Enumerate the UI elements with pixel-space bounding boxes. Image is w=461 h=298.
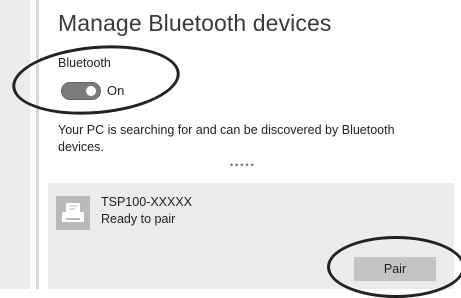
page-title: Manage Bluetooth devices <box>58 10 332 36</box>
discovery-status-text: Your PC is searching for and can be disc… <box>58 123 395 154</box>
device-name: TSP100-XXXXX <box>101 195 193 209</box>
printer-icon <box>56 196 90 230</box>
left-sidebar-strip <box>0 0 30 289</box>
searching-progress-dots: ••••• <box>230 160 256 170</box>
device-status: Ready to pair <box>101 212 176 226</box>
left-divider <box>36 0 39 289</box>
